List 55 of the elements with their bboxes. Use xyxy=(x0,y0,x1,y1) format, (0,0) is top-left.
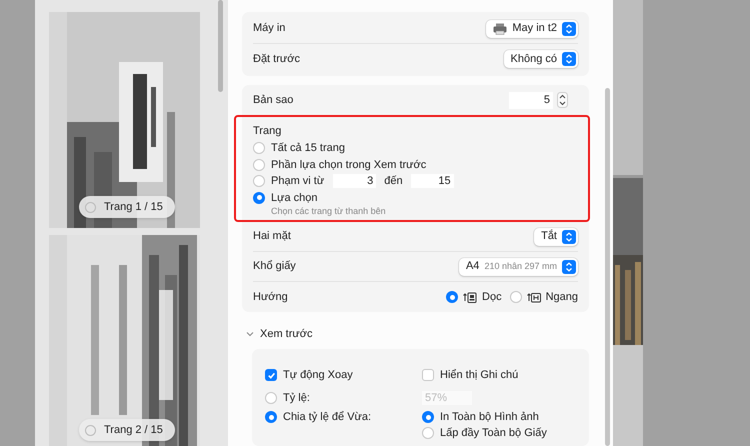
radio-button[interactable] xyxy=(253,192,265,204)
section-title: Xem trước xyxy=(260,326,312,342)
up-down-icon xyxy=(562,52,576,66)
option-label: Phần lựa chọn trong Xem trước xyxy=(271,158,426,172)
popup-button[interactable]: A4 210 nhân 297 mm xyxy=(458,258,578,276)
option-label: Tự động Xoay xyxy=(283,368,353,383)
copies-field[interactable]: 5 xyxy=(509,92,553,108)
stepper-icon[interactable] xyxy=(557,92,568,108)
up-down-icon xyxy=(562,22,576,36)
range-to-field[interactable]: 15 xyxy=(410,174,454,188)
radio-button[interactable] xyxy=(446,291,458,303)
radio-button[interactable] xyxy=(253,175,265,188)
row-label: Hai mặt xyxy=(253,229,291,244)
radio-button[interactable] xyxy=(253,142,265,154)
radio-button[interactable] xyxy=(253,158,265,171)
radio-button[interactable] xyxy=(422,427,434,439)
option-label: Phạm vi từ xyxy=(271,174,324,189)
paper-size-value: A4 xyxy=(466,259,480,274)
radio-button[interactable] xyxy=(265,411,277,423)
option-label: Chia tỷ lệ để Vừa: xyxy=(283,410,372,425)
option-label: Tất cả 15 trang xyxy=(271,141,345,156)
range-from-field[interactable]: 3 xyxy=(333,174,376,188)
option-label: Hiển thị Ghi chú xyxy=(440,368,518,383)
paper-size-detail: 210 nhân 297 mm xyxy=(484,260,557,274)
scrollbar-thumb[interactable] xyxy=(605,88,610,446)
chevron-icon[interactable] xyxy=(246,330,254,338)
row-label: Khổ giấy xyxy=(253,259,296,274)
checkbox[interactable] xyxy=(422,369,434,381)
radio-button[interactable] xyxy=(510,291,522,303)
option-label: Lấp đầy Toàn bộ Giấy xyxy=(440,426,547,441)
page-label-button[interactable]: Trang 2 / 15 xyxy=(79,419,175,441)
section-title: Trang xyxy=(253,124,282,139)
popup-button[interactable]: Tắt xyxy=(534,228,578,246)
up-down-icon xyxy=(562,260,576,274)
option-label: In Toàn bộ Hình ảnh xyxy=(440,410,539,425)
option-label: Tỷ lệ: xyxy=(283,390,310,406)
option-label: Dọc xyxy=(482,290,502,305)
radio-button[interactable] xyxy=(422,411,434,423)
row-label: Đặt trước xyxy=(253,52,300,67)
printer-icon xyxy=(493,22,508,34)
scrollbar-thumb[interactable] xyxy=(218,0,223,92)
row-label: Máy in xyxy=(253,21,286,36)
popup-button[interactable]: Không có xyxy=(504,50,578,68)
option-label: đến xyxy=(384,174,403,189)
row-label: Hướng xyxy=(253,290,288,305)
portrait-icon xyxy=(463,292,478,302)
row-label: Bản sao xyxy=(253,92,294,108)
option-hint: Chọn các trang từ thanh bên xyxy=(271,206,387,217)
option-label: Ngang xyxy=(546,290,578,305)
landscape-icon xyxy=(526,292,541,302)
popup-button[interactable]: May in t2 xyxy=(486,20,578,38)
up-down-icon xyxy=(562,230,576,244)
option-label: Lựa chọn xyxy=(271,190,318,206)
checkbox[interactable] xyxy=(265,369,277,381)
page-label-button[interactable]: Trang 1 / 15 xyxy=(79,196,175,218)
